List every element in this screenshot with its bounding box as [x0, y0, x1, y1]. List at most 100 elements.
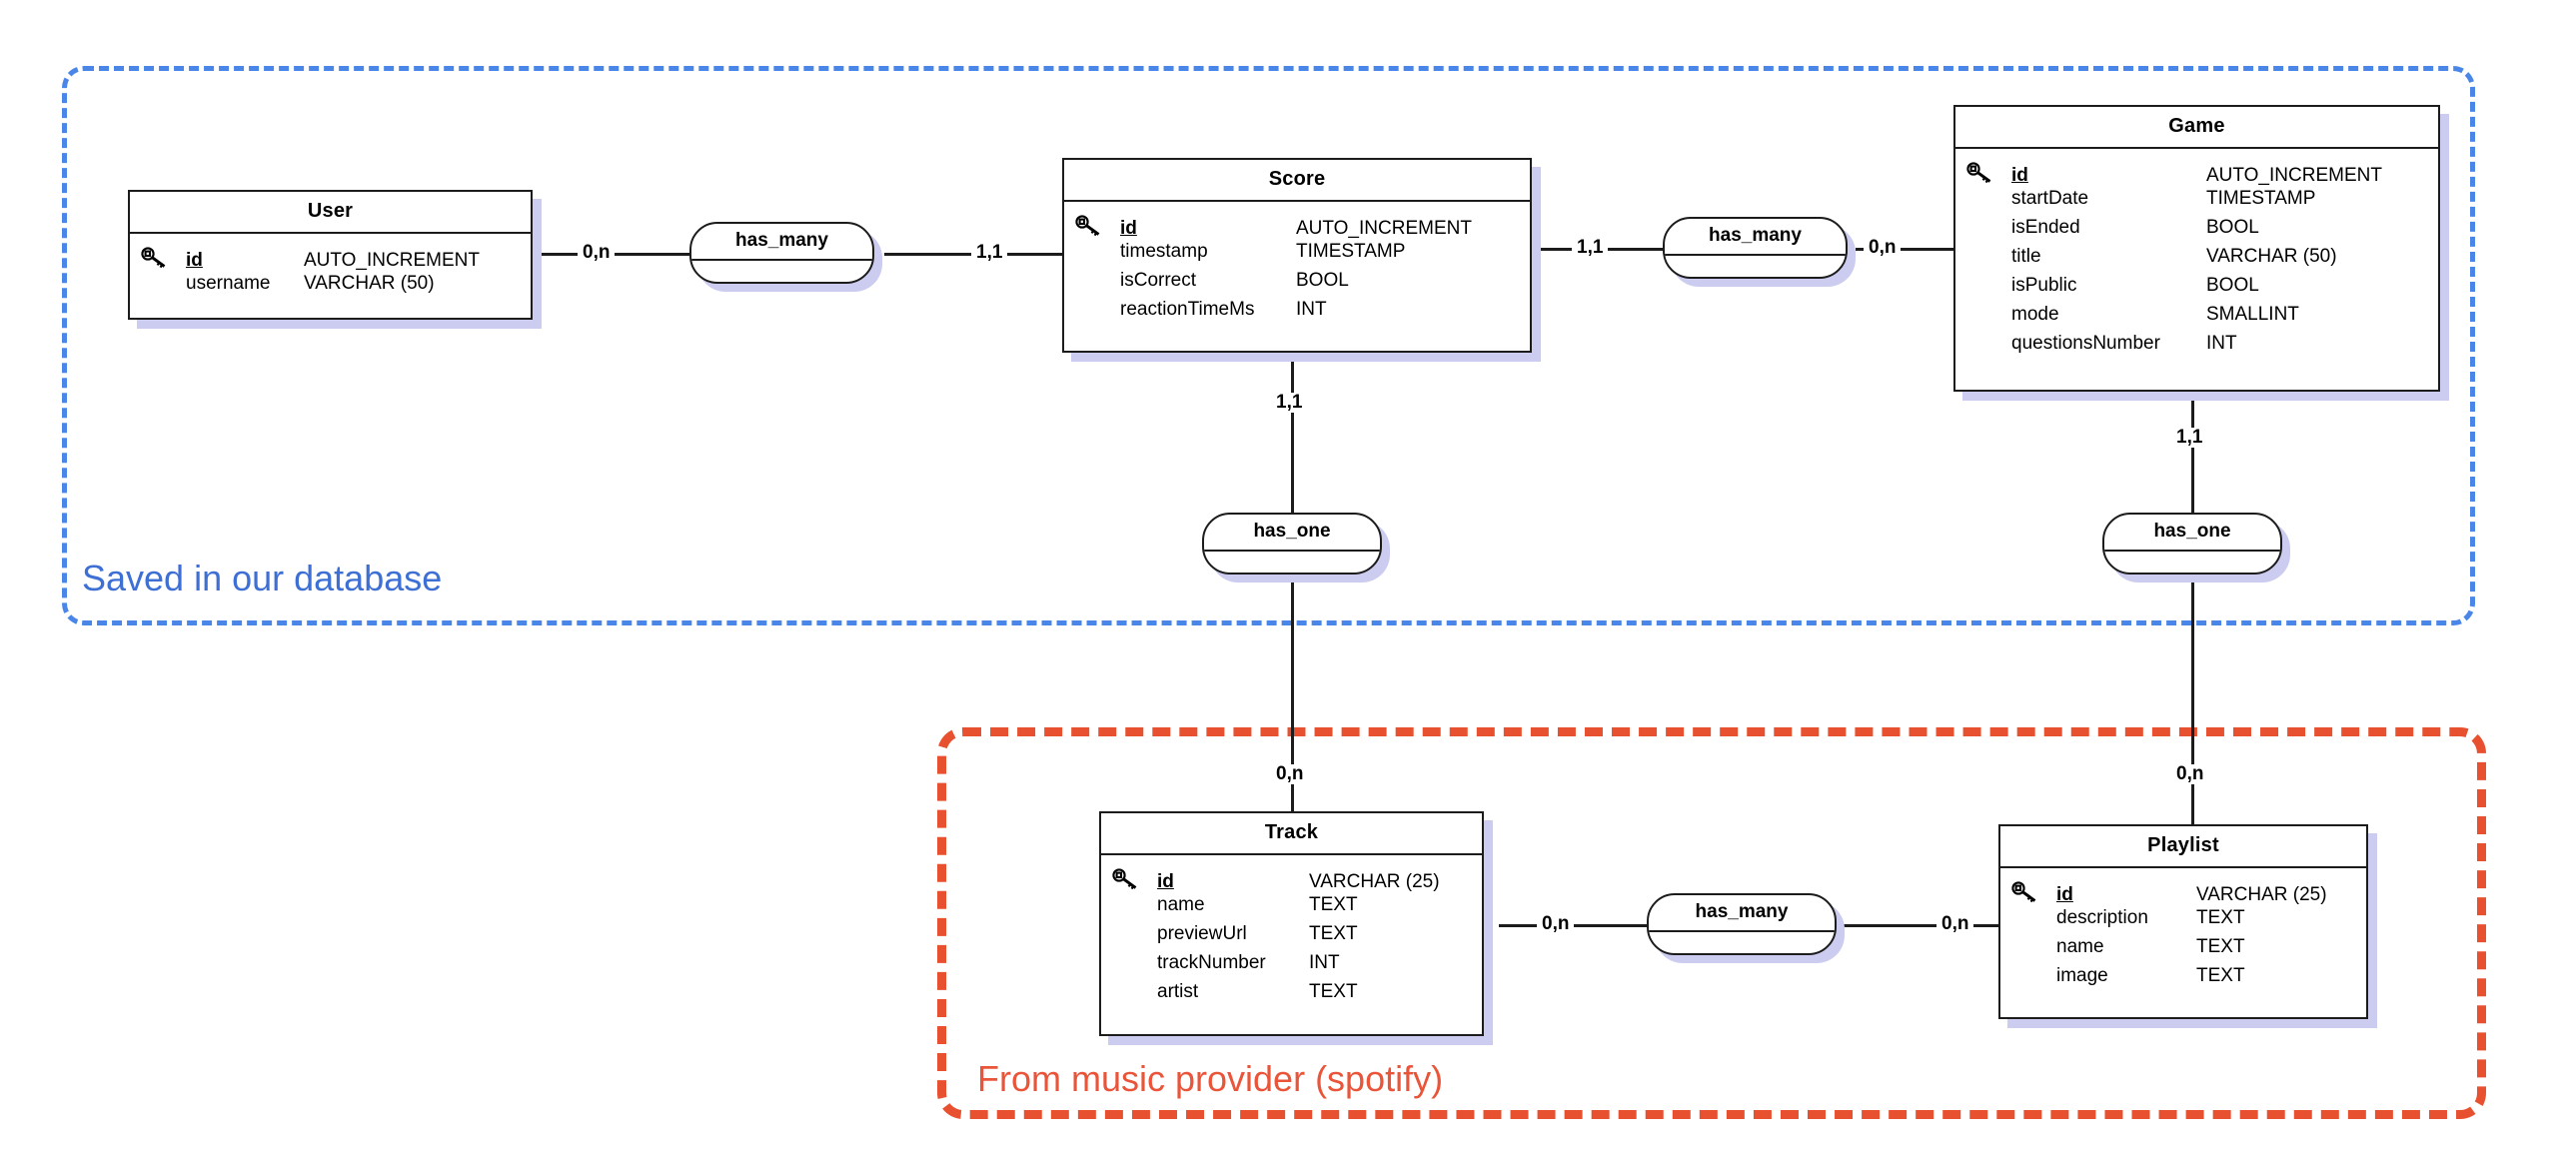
key-icon	[1111, 868, 1141, 890]
relationship-footer	[2104, 552, 2280, 568]
attribute-type: VARCHAR (50)	[2206, 246, 2337, 267]
relationship-node-track-playlist[interactable]: has_many	[1647, 893, 1837, 955]
relationship-footer	[1665, 256, 1846, 272]
attribute-name: trackNumber	[1157, 952, 1266, 973]
attribute-row: mode SMALLINT	[1965, 304, 2428, 333]
key-icon	[140, 247, 170, 269]
attribute-name: name	[2056, 936, 2104, 957]
attribute-name: questionsNumber	[2011, 333, 2160, 354]
attribute-type: TEXT	[1309, 923, 1358, 944]
cardinality-score-track: 1,1	[1271, 393, 1308, 413]
attribute-type: BOOL	[2206, 275, 2259, 296]
attribute-name: id	[2056, 884, 2073, 905]
attribute-type: INT	[2206, 333, 2237, 354]
entity-table-playlist[interactable]: Playlist id VARCHAR (25) description TEX…	[1998, 824, 2368, 1019]
attribute-name: image	[2056, 965, 2108, 986]
group-label-from-music-provider: From music provider (spotify)	[977, 1058, 1444, 1099]
key-icon	[1965, 162, 1995, 184]
attribute-row: title VARCHAR (50)	[1965, 246, 2428, 275]
attribute-name: isPublic	[2011, 275, 2077, 296]
attribute-type: TEXT	[2196, 936, 2245, 957]
relationship-label: has_one	[1204, 515, 1380, 552]
attribute-type: TIMESTAMP	[2206, 188, 2316, 209]
attribute-row: id AUTO_INCREMENT	[140, 244, 521, 273]
entity-table-score[interactable]: Score id AUTO_INCREMENT timestamp TIMEST…	[1062, 158, 1532, 353]
attribute-row: trackNumber INT	[1111, 952, 1472, 981]
attribute-name: isEnded	[2011, 217, 2080, 238]
relationship-label: has_many	[1649, 895, 1835, 932]
entity-title: User	[130, 192, 531, 234]
attribute-name: title	[2011, 246, 2041, 267]
attribute-row: id VARCHAR (25)	[1111, 865, 1472, 894]
cardinality-playlist-game: 0,n	[2171, 764, 2209, 784]
entity-attribute-list: id VARCHAR (25) description TEXT name TE…	[2000, 868, 2366, 1010]
er-diagram-canvas: Saved in our database From music provide…	[0, 0, 2576, 1175]
entity-title: Playlist	[2000, 826, 2366, 868]
attribute-type: SMALLINT	[2206, 304, 2299, 325]
attribute-type: INT	[1296, 299, 1327, 320]
relationship-label: has_one	[2104, 515, 2280, 552]
attribute-name: mode	[2011, 304, 2059, 325]
attribute-name: id	[186, 250, 203, 271]
cardinality-game-score: 0,n	[1864, 238, 1902, 258]
cardinality-score-user: 1,1	[971, 243, 1008, 263]
attribute-type: TEXT	[1309, 981, 1358, 1002]
attribute-name: artist	[1157, 981, 1199, 1002]
relationship-footer	[1649, 932, 1835, 948]
relationship-node-score-track[interactable]: has_one	[1202, 513, 1382, 575]
entity-attribute-list: id AUTO_INCREMENT startDate TIMESTAMP is…	[1955, 149, 2438, 378]
entity-table-user[interactable]: User id AUTO_INCREMENT username VARCHAR …	[128, 190, 533, 320]
attribute-name: startDate	[2011, 188, 2089, 209]
entity-table-game[interactable]: Game id AUTO_INCREMENT startDate TIMESTA…	[1953, 105, 2440, 392]
cardinality-user-score: 0,n	[578, 243, 616, 263]
attribute-name: username	[186, 273, 271, 294]
connector-hasmany3-playlist	[1844, 924, 1998, 927]
attribute-row: timestamp TIMESTAMP	[1074, 241, 1520, 270]
primary-key-icon	[140, 244, 186, 272]
attribute-type: BOOL	[2206, 217, 2259, 238]
connector-hasone-playlist-bottom	[2191, 580, 2194, 824]
attribute-row: reactionTimeMs INT	[1074, 299, 1520, 328]
relationship-node-user-score[interactable]: has_many	[689, 222, 874, 284]
primary-key-icon	[1965, 159, 2011, 187]
key-icon	[2010, 881, 2040, 903]
attribute-row: questionsNumber INT	[1965, 333, 2428, 362]
attribute-row: image TEXT	[2010, 965, 2356, 994]
attribute-row: name TEXT	[2010, 936, 2356, 965]
attribute-type: TEXT	[2196, 907, 2245, 928]
attribute-type: TIMESTAMP	[1296, 241, 1406, 262]
attribute-type: AUTO_INCREMENT	[1296, 218, 1472, 239]
connector-game-hasone-top	[2191, 392, 2194, 520]
attribute-type: VARCHAR (25)	[2196, 884, 2327, 905]
attribute-type: TEXT	[2196, 965, 2245, 986]
relationship-node-score-game[interactable]: has_many	[1663, 217, 1848, 279]
attribute-type: BOOL	[1296, 270, 1349, 291]
attribute-type: AUTO_INCREMENT	[2206, 165, 2382, 186]
attribute-row: name TEXT	[1111, 894, 1472, 923]
key-icon	[1074, 215, 1104, 237]
entity-title: Game	[1955, 107, 2438, 149]
attribute-name: id	[1120, 218, 1137, 239]
relationship-label: has_many	[691, 224, 872, 261]
attribute-name: name	[1157, 894, 1205, 915]
attribute-name: reactionTimeMs	[1120, 299, 1255, 320]
relationship-node-game-playlist[interactable]: has_one	[2102, 513, 2282, 575]
attribute-row: isEnded BOOL	[1965, 217, 2428, 246]
attribute-row: artist TEXT	[1111, 981, 1472, 1010]
cardinality-score-game: 1,1	[1572, 238, 1609, 258]
attribute-row: username VARCHAR (50)	[140, 273, 521, 302]
attribute-type: INT	[1309, 952, 1340, 973]
entity-table-track[interactable]: Track id VARCHAR (25) name TEXT previewU…	[1099, 811, 1484, 1036]
attribute-name: previewUrl	[1157, 923, 1247, 944]
attribute-name: id	[2011, 165, 2028, 186]
group-label-saved-in-database: Saved in our database	[82, 558, 443, 598]
cardinality-game-playlist: 1,1	[2171, 428, 2208, 448]
attribute-row: isCorrect BOOL	[1074, 270, 1520, 299]
attribute-row: id AUTO_INCREMENT	[1965, 159, 2428, 188]
attribute-type: VARCHAR (25)	[1309, 871, 1440, 892]
attribute-type: AUTO_INCREMENT	[304, 250, 480, 271]
entity-attribute-list: id AUTO_INCREMENT timestamp TIMESTAMP is…	[1064, 202, 1530, 344]
attribute-name: description	[2056, 907, 2148, 928]
attribute-row: startDate TIMESTAMP	[1965, 188, 2428, 217]
entity-title: Track	[1101, 813, 1482, 855]
